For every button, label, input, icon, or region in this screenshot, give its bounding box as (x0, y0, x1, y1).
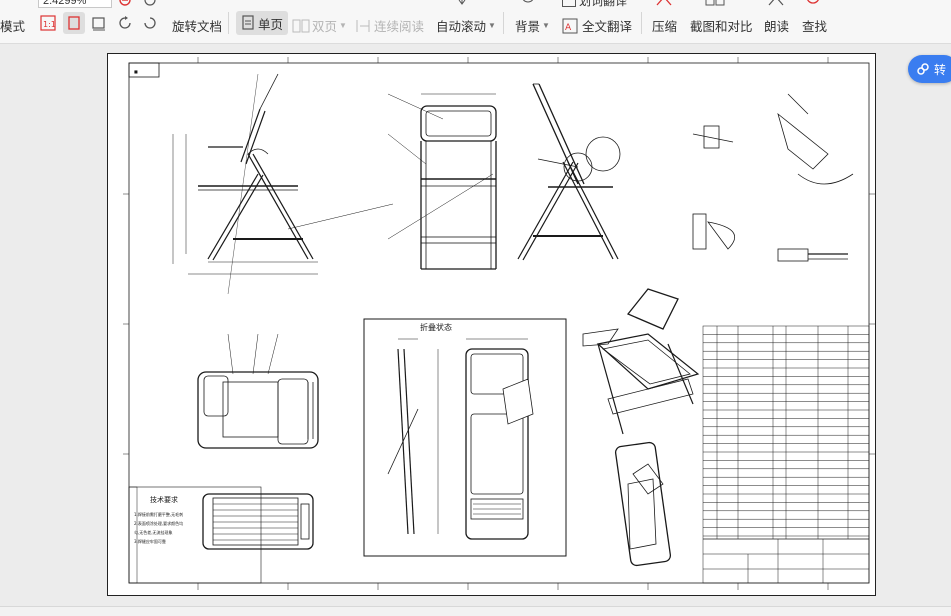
side-view-tablet (517, 83, 621, 261)
compress-button[interactable]: 压缩 (652, 16, 677, 35)
background-button[interactable]: 背景 ▼ (515, 16, 550, 35)
cad-drawing: ■ 折叠状态 技术要求 1.焊接前需打磨平整,无毛刺 2.表面喷涂处理,要求颜色… (123, 57, 875, 590)
double-page-button[interactable]: 双页 ▼ (292, 16, 347, 35)
zoom-in-icon[interactable] (144, 0, 158, 8)
read-aloud-label: 朗读 (764, 20, 790, 34)
fit-width-icon[interactable] (91, 15, 107, 31)
chevron-down-icon: ▼ (488, 21, 496, 30)
fold-state-panel (363, 318, 567, 557)
search-button[interactable]: 查找 (802, 16, 827, 35)
drawing-page: ■ 折叠状态 技术要求 1.焊接前需打磨平整,无毛刺 2.表面喷涂处理,要求颜色… (107, 53, 876, 596)
zoom-out-icon[interactable] (119, 0, 133, 8)
document-viewport[interactable]: ■ 折叠状态 技术要求 1.焊接前需打磨平整,无毛刺 2.表面喷涂处理,要求颜色… (0, 44, 951, 606)
rotate-doc-label: 旋转文档 (172, 20, 223, 34)
detail-views (692, 93, 854, 262)
continuous-read-icon (356, 19, 370, 32)
reader-toolbar: 模式 2.4299% 1:1 旋转文档 单页 双页 ▼ 连续阅读 自动滚动 ▼ (0, 0, 951, 44)
link-icon (917, 63, 929, 75)
isometric-views (582, 288, 700, 567)
double-page-label: 双页 (312, 20, 338, 34)
fold-state-title: 折叠状态 (420, 322, 452, 332)
toolbar-divider (228, 12, 229, 34)
search-icon (805, 0, 823, 6)
word-translate-button[interactable]: 划词翻译 (562, 0, 627, 9)
svg-text:1:1: 1:1 (43, 20, 56, 29)
toolbar-divider (503, 12, 504, 34)
translate-icon (562, 0, 576, 7)
compress-icon (655, 0, 673, 6)
double-page-icon (292, 19, 310, 32)
word-translate-label: 划词翻译 (579, 0, 628, 8)
fit-page-icon[interactable] (63, 12, 85, 34)
auto-scroll-label: 自动滚动 (436, 20, 487, 34)
zoom-input[interactable]: 2.4299% (38, 0, 112, 8)
continuous-read-label: 连续阅读 (374, 20, 425, 34)
continuous-read-button[interactable]: 连续阅读 (355, 16, 424, 35)
svg-text:A: A (565, 23, 572, 33)
background-label: 背景 (515, 20, 541, 34)
tech-req-line-4: 3.焊缝应牢固可靠 (134, 538, 166, 544)
tech-req-line-3: 匀,无色差,无流挂现象 (134, 529, 173, 535)
mode-button[interactable]: 模式 (0, 16, 25, 35)
bottom-view (202, 493, 314, 550)
auto-scroll-icon (455, 0, 469, 6)
screenshot-compare-button[interactable]: 截图和对比 (690, 16, 753, 35)
single-page-icon (242, 15, 254, 30)
status-bar (0, 606, 951, 616)
rotate-left-icon[interactable] (117, 15, 133, 31)
convert-label: 转 (934, 62, 947, 77)
single-page-label: 单页 (258, 17, 284, 32)
side-view (172, 73, 394, 295)
read-aloud-button[interactable]: 朗读 (764, 16, 789, 35)
screenshot-icon (705, 0, 725, 6)
convert-float-button[interactable]: 转 (908, 55, 951, 83)
read-aloud-icon (767, 0, 785, 6)
top-view (197, 333, 319, 449)
screenshot-compare-label: 截图和对比 (690, 20, 753, 34)
tech-req-line-1: 1.焊接前需打磨平整,无毛刺 (134, 511, 183, 517)
actual-size-icon[interactable]: 1:1 (40, 15, 56, 31)
full-translate-icon: A (562, 18, 578, 33)
search-label: 查找 (802, 20, 828, 34)
full-translate-button[interactable]: A 全文翻译 (562, 16, 632, 35)
auto-scroll-button[interactable]: 自动滚动 ▼ (436, 16, 496, 35)
chevron-down-icon: ▼ (339, 21, 347, 30)
svg-text:■: ■ (134, 69, 138, 74)
tech-req-title: 技术要求 (150, 495, 178, 504)
full-translate-label: 全文翻译 (582, 20, 633, 34)
tech-req-line-2: 2.表面喷涂处理,要求颜色均 (134, 520, 183, 526)
rotate-doc-button[interactable]: 旋转文档 (172, 16, 222, 35)
background-icon (520, 0, 536, 6)
single-page-button[interactable]: 单页 (236, 11, 289, 35)
compress-label: 压缩 (652, 20, 678, 34)
toolbar-divider (641, 12, 642, 34)
bom-table (702, 325, 870, 584)
chevron-down-icon: ▼ (542, 21, 550, 30)
front-view (387, 93, 497, 270)
rotate-right-icon[interactable] (142, 15, 158, 31)
mode-label: 模式 (0, 20, 26, 34)
